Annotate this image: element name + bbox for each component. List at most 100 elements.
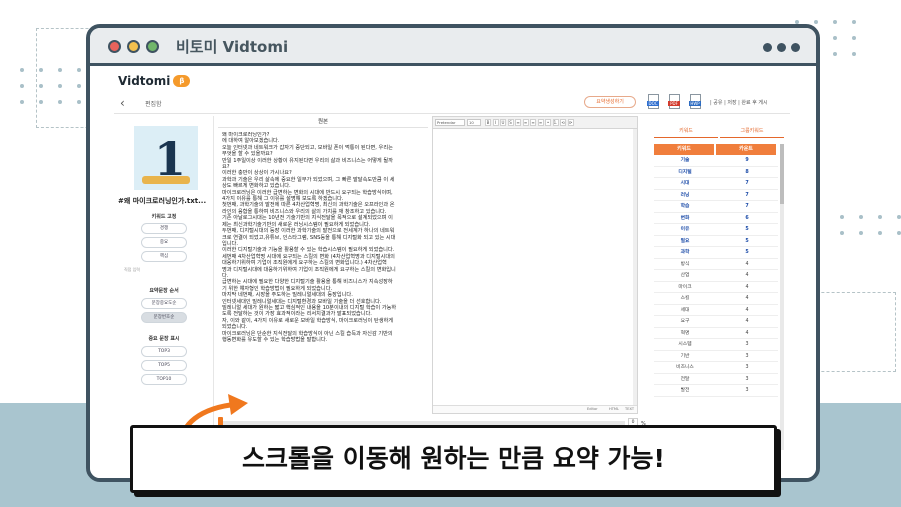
keyword-pill[interactable]: 경쟁 (141, 223, 187, 234)
editor-mode-tab[interactable]: Editor (587, 407, 598, 411)
editor-toolbar: Pretendar 10 B I U S ≡ ≡ ≡ ≡ • 1. ⟲ ⟳ (433, 117, 637, 129)
keyword-row[interactable]: 이유 5 (654, 224, 778, 236)
keyword-word: 이유 (680, 227, 690, 232)
keyword-word: 전달 (680, 376, 690, 382)
keyword-count: 9 (745, 158, 749, 163)
hwp-download-icon[interactable]: HWP (689, 94, 701, 109)
keyword-row[interactable]: 러닝 7 (654, 190, 778, 201)
keyword-row[interactable]: 과학 5 (654, 247, 778, 259)
keyword-word: 변화 (680, 215, 690, 221)
doc-download-icon[interactable]: DOC (647, 94, 659, 109)
keyword-scrollbar[interactable] (780, 144, 784, 450)
generate-summary-button[interactable]: 요약생성하기 (584, 96, 636, 108)
summary-editor: Pretendar 10 B I U S ≡ ≡ ≡ ≡ • 1. ⟲ ⟳ Editor HTML T… (432, 116, 638, 414)
keyword-table: 키워드 카운트 기술 9 디지털 8 시대 7 러닝 7 학습 7 변화 6 이유 5 필요 5 과학 5 방식 4 산… (654, 144, 778, 397)
close-window-button[interactable] (108, 40, 121, 53)
decorative-dots (840, 215, 901, 235)
keyword-fix-label: 키워드 고정 (151, 214, 177, 220)
tab-group-keyword[interactable]: 그룹키워드 (720, 126, 784, 138)
keyword-row[interactable]: 기술 9 (654, 155, 778, 167)
text-mode-tab[interactable]: TEXT (625, 407, 634, 411)
keyword-row[interactable]: 필요 5 (654, 236, 778, 247)
keyword-row[interactable]: 전달 3 (654, 374, 778, 385)
keyword-row[interactable]: 변화 6 (654, 213, 778, 224)
top3-button[interactable]: TOP3 (141, 346, 187, 357)
editor-format-button[interactable]: S (507, 119, 514, 126)
keyword-row[interactable]: 기반 3 (654, 351, 778, 362)
minimize-window-button[interactable] (127, 40, 140, 53)
editor-format-button[interactable]: • (545, 119, 551, 126)
keyword-row[interactable]: 발전 3 (654, 385, 778, 397)
back-arrow-icon[interactable]: ‹ (120, 96, 125, 110)
app-logo[interactable]: Vidtomi β (118, 74, 191, 88)
order-number-button[interactable]: 문장번호순 (141, 312, 187, 323)
editor-format-button[interactable]: I (492, 119, 499, 126)
keyword-pill[interactable]: 중요 (141, 237, 187, 248)
tab-keyword[interactable]: 키워드 (654, 126, 718, 138)
keyword-count: 4 (745, 261, 749, 267)
keyword-word: 요구 (680, 319, 690, 324)
order-label: 요약문장 순서 (149, 288, 179, 294)
editor-format-button[interactable]: ≡ (515, 119, 521, 126)
editor-format-button[interactable]: ≡ (530, 119, 536, 126)
keyword-count: 4 (745, 319, 749, 324)
font-select[interactable]: Pretendar (435, 119, 465, 126)
keyword-row[interactable]: 마이크 4 (654, 282, 778, 293)
original-text[interactable]: 왜 마이크로러닝인가? 에 대하여 알아보겠습니다. 오늘 인터넷과 네트워크가 갑… (222, 132, 426, 412)
keyword-count: 3 (745, 376, 749, 382)
keyword-row[interactable]: 세대 4 (654, 305, 778, 316)
pdf-download-icon[interactable]: PDF (668, 94, 680, 109)
font-size-select[interactable]: 10 (467, 119, 481, 126)
editor-format-button[interactable]: ⟲ (560, 119, 566, 126)
keyword-count: 5 (745, 227, 749, 232)
original-header: 원본 (218, 116, 428, 128)
editor-format-button[interactable]: ≡ (537, 119, 544, 126)
editor-format-button[interactable]: ⟳ (567, 119, 574, 126)
keyword-word: 기술 (680, 158, 690, 163)
keyword-word: 러닝 (680, 192, 690, 198)
text-line: 명과 디지털시대에 대응하기위하여 기업이 조직원에게 요구하는 스킬의 변화입… (222, 266, 396, 273)
maximize-window-button[interactable] (146, 40, 159, 53)
editor-scrollbar[interactable] (633, 129, 637, 405)
keyword-row[interactable]: 시스템 3 (654, 339, 778, 351)
keyword-scroll-thumb[interactable] (780, 144, 784, 204)
editor-format-button[interactable]: B (485, 119, 491, 126)
text-line: 크로 연결이 되었고,유튜브, 인스타그램, SNS등을 통해 디지털화 되고 … (222, 234, 396, 241)
keyword-row[interactable]: 비즈니스 3 (654, 362, 778, 374)
keyword-word: 스킬 (680, 296, 690, 301)
keyword-word: 시스템 (678, 342, 692, 347)
keyword-row[interactable]: 시대 7 (654, 178, 778, 190)
keyword-count: 7 (745, 204, 749, 209)
caption-banner: 스크롤을 이동해 원하는 만큼 요약 가능! (130, 425, 777, 493)
logo-text: Vidtomi (118, 74, 171, 88)
keyword-row[interactable]: 스킬 4 (654, 293, 778, 305)
order-importance-button[interactable]: 문장중요도순 (141, 298, 187, 309)
window-titlebar: 비토미 Vidtomi (90, 28, 816, 66)
keyword-row[interactable]: 혁명 4 (654, 328, 778, 339)
keyword-row[interactable]: 산업 4 (654, 270, 778, 282)
keyword-count: 4 (745, 273, 749, 278)
keyword-row[interactable]: 학습 7 (654, 201, 778, 213)
keyword-row[interactable]: 방식 4 (654, 259, 778, 270)
keyword-word: 필요 (680, 238, 690, 244)
keyword-word: 기반 (680, 353, 690, 359)
video-thumbnail[interactable]: 1 (134, 126, 198, 190)
editor-area[interactable] (433, 129, 633, 405)
keyword-pill[interactable]: 핵심 (141, 251, 187, 262)
editor-format-button[interactable]: U (500, 119, 506, 126)
keyword-row[interactable]: 디지털 8 (654, 167, 778, 178)
editor-format-button[interactable]: 1. (552, 119, 559, 126)
beta-badge: β (173, 75, 191, 87)
top5-button[interactable]: TOP5 (141, 360, 187, 371)
top-actions[interactable]: | 공유 | 저장 | 완료 후 게시 (710, 99, 768, 106)
more-options-icon[interactable] (763, 43, 800, 52)
keyword-count: 3 (745, 342, 749, 347)
html-mode-tab[interactable]: HTML (609, 407, 619, 411)
keyword-table-header: 키워드 카운트 (654, 144, 778, 155)
decorative-dots (20, 68, 84, 104)
editor-format-button[interactable]: ≡ (522, 119, 529, 126)
keyword-rows: 기술 9 디지털 8 시대 7 러닝 7 학습 7 변화 6 이유 5 필요 5 과학 5 방식 4 산업 4 마이크 4 스킬… (654, 155, 778, 397)
keyword-row[interactable]: 요구 4 (654, 316, 778, 328)
direct-input-note[interactable]: 직접 입력 (124, 267, 140, 273)
top10-button[interactable]: TOP10 (141, 374, 187, 385)
